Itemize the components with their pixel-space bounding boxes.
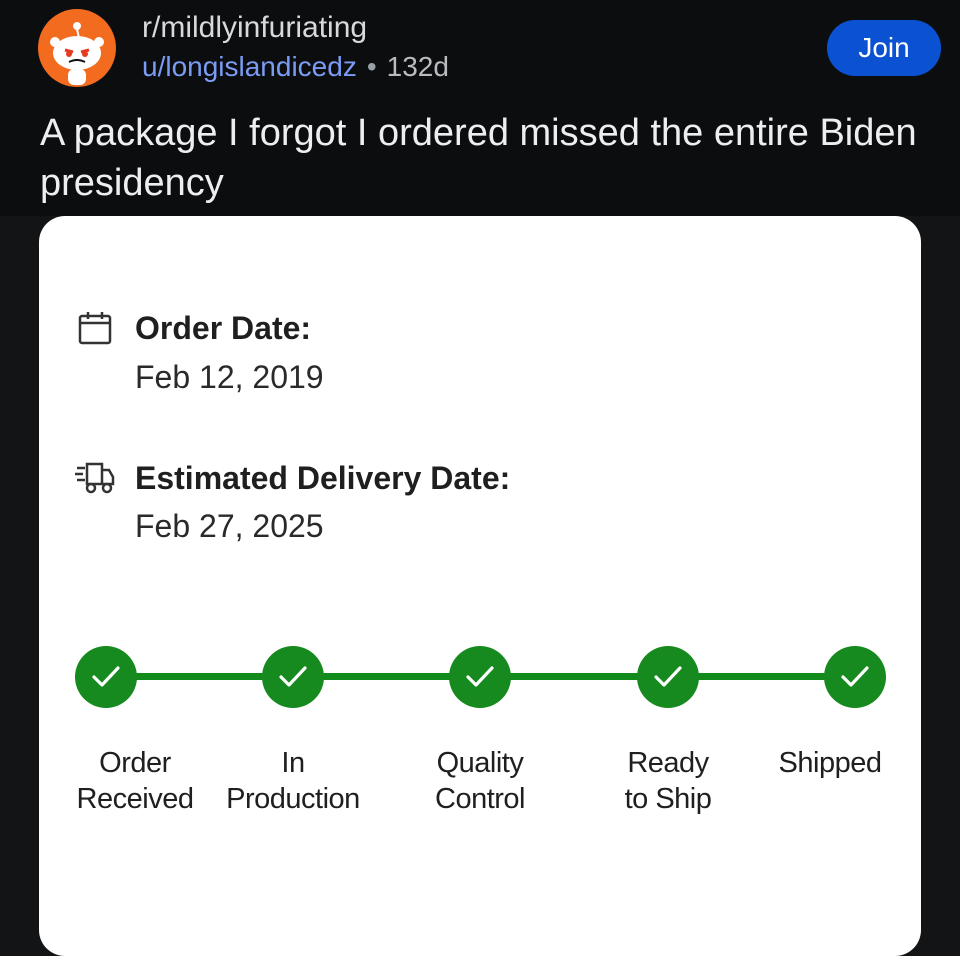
order-status-card: Order Date: Feb 12, 2019 Estimated Deliv… — [39, 216, 921, 956]
step-check-order-received — [75, 646, 137, 708]
checkmark-icon — [654, 666, 682, 687]
step-check-ready-to-ship — [637, 646, 699, 708]
step-check-quality-control — [449, 646, 511, 708]
shipment-progress-tracker — [39, 646, 921, 708]
join-button[interactable]: Join — [827, 20, 941, 76]
delivery-date-label: Estimated Delivery Date: — [135, 460, 511, 496]
checkmark-icon — [466, 666, 494, 687]
order-date-value: Feb 12, 2019 — [135, 359, 324, 395]
post-title[interactable]: A package I forgot I ordered missed the … — [40, 108, 920, 208]
post-header: r/mildlyinfuriating u/longislandicedz • 13… — [0, 0, 960, 216]
step-check-shipped — [824, 646, 886, 708]
checkmark-icon — [92, 666, 120, 687]
step-label-order-received: Order Received — [76, 747, 194, 815]
meta-separator: • — [366, 51, 377, 82]
step-check-in-production — [262, 646, 324, 708]
checkmark-icon — [841, 666, 869, 687]
checkmark-icon — [279, 666, 307, 687]
order-date-label: Order Date: — [135, 310, 312, 346]
author-username[interactable]: u/longislandicedz — [142, 51, 357, 82]
post-age: 132d — [386, 51, 449, 82]
subreddit-avatar-icon[interactable] — [38, 9, 116, 87]
step-label-quality-control: Quality Control — [435, 747, 526, 815]
subreddit-name[interactable]: r/mildlyinfuriating — [142, 11, 367, 45]
step-label-ready-to-ship: Ready to Ship — [624, 747, 712, 815]
delivery-date-value: Feb 27, 2025 — [135, 508, 324, 544]
delivery-truck-icon — [75, 460, 115, 501]
post-meta: u/longislandicedz • 132d — [142, 50, 449, 84]
step-label-in-production: In Production — [226, 747, 360, 815]
calendar-icon — [77, 310, 113, 351]
step-label-shipped: Shipped — [778, 747, 882, 779]
